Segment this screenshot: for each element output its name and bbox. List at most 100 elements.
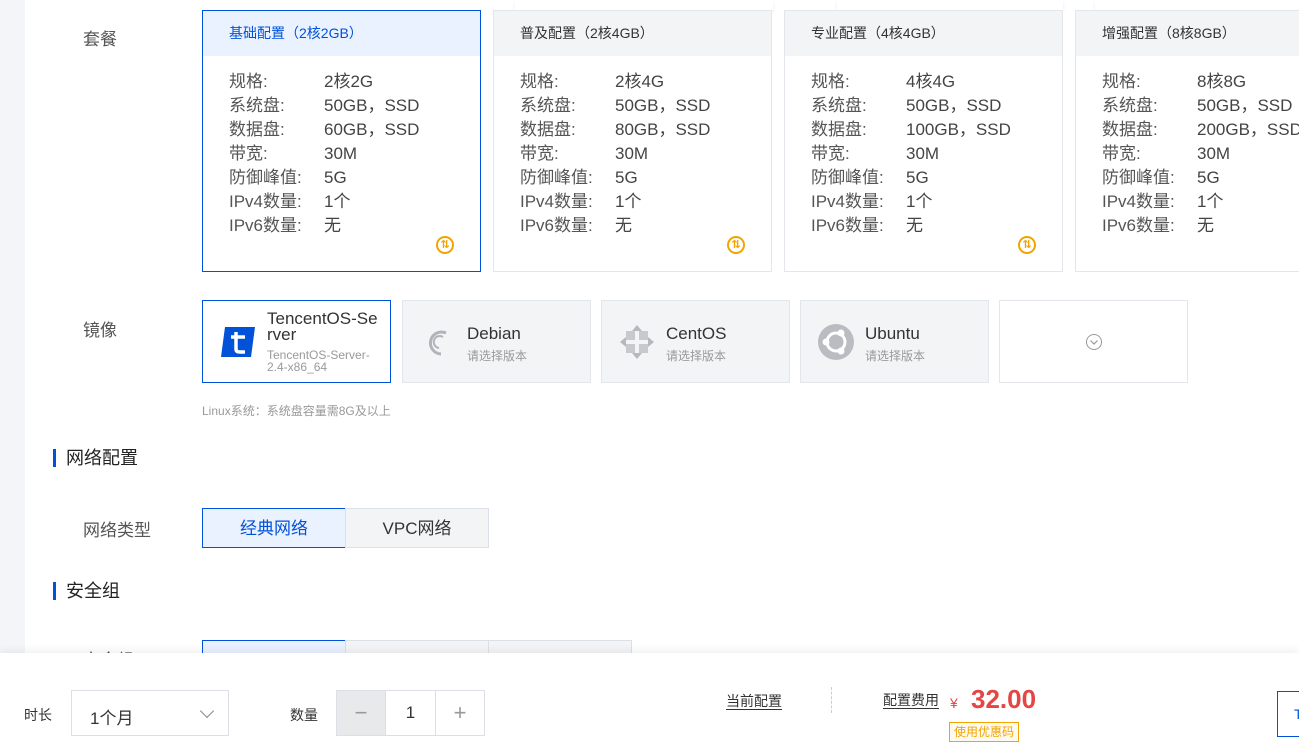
spec-key: 系统盘:: [520, 96, 576, 115]
spec-row: IPv6数量: 无: [520, 211, 632, 236]
spec-value: 100GB，SSD: [906, 120, 1011, 139]
spec-row: 数据盘: 200GB，SSD: [1102, 115, 1299, 140]
spec-row: 数据盘: 100GB，SSD: [811, 115, 1011, 140]
image-option-tencentosserver[interactable]: TencentOS-Server TencentOS-Server-2.4-x86…: [202, 300, 391, 383]
spec-value: 无: [906, 216, 923, 235]
discount-badge-icon: ⇅: [1018, 236, 1036, 254]
spec-row: 带宽: 30M: [1102, 139, 1230, 164]
spec-value: 无: [1197, 216, 1214, 235]
order-footer: 时长 1个月 数量 − 1 + 当前配置 配置费用 ¥ 32.00 使用优惠码 …: [0, 653, 1299, 753]
spec-row: IPv4数量: 1个: [1102, 187, 1223, 212]
spec-value: 无: [324, 216, 341, 235]
package-label: 套餐: [83, 30, 117, 49]
centos-logo-icon: [618, 323, 656, 361]
image-option-ubuntu[interactable]: Ubuntu 请选择版本: [800, 300, 989, 383]
chevron-down-icon: [199, 703, 215, 719]
spec-row: IPv6数量: 无: [811, 211, 923, 236]
debian-logo-icon: [419, 323, 457, 361]
spec-value: 200GB，SSD: [1197, 120, 1299, 139]
spec-key: IPv4数量:: [229, 192, 302, 211]
spec-row: 防御峰值: 5G: [811, 163, 929, 188]
spec-row: 系统盘: 50GB，SSD: [229, 91, 419, 116]
image-option-debian[interactable]: Debian 请选择版本: [402, 300, 591, 383]
spec-key: IPv4数量:: [520, 192, 593, 211]
coupon-button[interactable]: 使用优惠码: [949, 722, 1020, 742]
duration-select[interactable]: 1个月: [71, 690, 229, 736]
spec-value: 5G: [906, 168, 929, 187]
image-version: 请选择版本: [666, 349, 727, 363]
spec-row: IPv4数量: 1个: [520, 187, 641, 212]
spec-value: 5G: [615, 168, 638, 187]
image-label: 镜像: [83, 321, 117, 340]
image-version: TencentOS-Server-2.4-x86_64: [267, 348, 370, 374]
ghost-item: [515, 0, 773, 10]
spec-row: 带宽: 30M: [520, 139, 648, 164]
spec-row: 数据盘: 80GB，SSD: [520, 115, 710, 140]
quantity-value[interactable]: 1: [385, 703, 436, 723]
spec-row: 系统盘: 50GB，SSD: [520, 91, 710, 116]
spec-key: IPv6数量:: [520, 216, 593, 235]
spec-row: 系统盘: 50GB，SSD: [811, 91, 1001, 116]
spec-key: 带宽:: [811, 144, 850, 163]
image-version: 请选择版本: [467, 349, 528, 363]
image-hint: Linux系统：系统盘容量需8G及以上: [202, 404, 391, 418]
spec-value: 5G: [1197, 168, 1220, 187]
network-type-label: 网络类型: [83, 521, 151, 540]
package-card[interactable]: 专业配置（4核4GB） 规格: 4核4G 系统盘: 50GB，SSD 数据盘: 100GB，…: [784, 10, 1063, 272]
image-name: Debian: [467, 324, 521, 343]
decrement-button[interactable]: −: [337, 691, 386, 735]
network-classic-button[interactable]: 经典网络: [202, 508, 346, 548]
network-vpc-button[interactable]: VPC网络: [345, 508, 489, 548]
more-images-button[interactable]: [999, 300, 1188, 383]
buy-button[interactable]: T: [1277, 691, 1299, 737]
spec-row: 系统盘: 50GB，SSD: [1102, 91, 1292, 116]
package-card[interactable]: 增强配置（8核8GB） 规格: 8核8G 系统盘: 50GB，SSD 数据盘: 200GB，…: [1075, 10, 1299, 272]
spec-row: 数据盘: 60GB，SSD: [229, 115, 419, 140]
package-card[interactable]: 普及配置（2核4GB） 规格: 2核4G 系统盘: 50GB，SSD 数据盘: 80GB，S…: [493, 10, 772, 272]
tencentos-logo-icon: [219, 323, 257, 361]
spec-row: 带宽: 30M: [229, 139, 357, 164]
package-title: 普及配置（2核4GB）: [494, 11, 771, 56]
spec-key: 带宽:: [229, 144, 268, 163]
image-name: CentOS: [666, 324, 727, 343]
spec-value: 30M: [906, 144, 940, 163]
security-section-title: 安全组: [53, 582, 120, 600]
spec-value: 50GB，SSD: [324, 96, 420, 115]
chevron-down-circle-icon: [1086, 334, 1102, 350]
discount-badge-icon: ⇅: [727, 236, 745, 254]
spec-value: 1个: [1197, 192, 1224, 211]
spec-row: 规格: 2核2G: [229, 67, 373, 92]
spec-row: 规格: 4核4G: [811, 67, 955, 92]
spec-row: 防御峰值: 5G: [229, 163, 347, 188]
package-title: 增强配置（8核8GB）: [1076, 11, 1299, 56]
ubuntu-logo-icon: [817, 323, 855, 361]
quantity-label: 数量: [290, 707, 318, 723]
spec-row: IPv4数量: 1个: [229, 187, 350, 212]
spec-value: 30M: [615, 144, 649, 163]
current-config-link[interactable]: 当前配置: [726, 691, 782, 711]
spec-key: 规格:: [520, 72, 559, 91]
image-version: 请选择版本: [865, 349, 926, 363]
spec-value: 30M: [324, 144, 358, 163]
duration-label: 时长: [24, 707, 52, 723]
spec-value: 无: [615, 216, 632, 235]
spec-key: 防御峰值:: [1102, 168, 1175, 187]
spec-key: 带宽:: [520, 144, 559, 163]
spec-row: 规格: 8核8G: [1102, 67, 1246, 92]
increment-button[interactable]: +: [435, 691, 484, 735]
spec-key: 数据盘:: [229, 120, 285, 139]
spec-value: 1个: [615, 192, 642, 211]
spec-value: 8核8G: [1197, 72, 1247, 91]
spec-key: 规格:: [229, 72, 268, 91]
spec-key: IPv4数量:: [811, 192, 884, 211]
image-name: Ubuntu: [865, 324, 920, 343]
package-card[interactable]: 基础配置（2核2GB） 规格: 2核2G 系统盘: 50GB，SSD 数据盘: 60GB，S…: [202, 10, 481, 272]
spec-value: 4核4G: [906, 72, 956, 91]
spec-key: 防御峰值:: [229, 168, 302, 187]
currency-symbol: ¥: [950, 695, 958, 711]
spec-value: 1个: [906, 192, 933, 211]
network-section-title: 网络配置: [53, 449, 138, 467]
spec-key: 规格:: [1102, 72, 1141, 91]
image-option-centos[interactable]: CentOS 请选择版本: [601, 300, 790, 383]
divider: [831, 687, 832, 713]
